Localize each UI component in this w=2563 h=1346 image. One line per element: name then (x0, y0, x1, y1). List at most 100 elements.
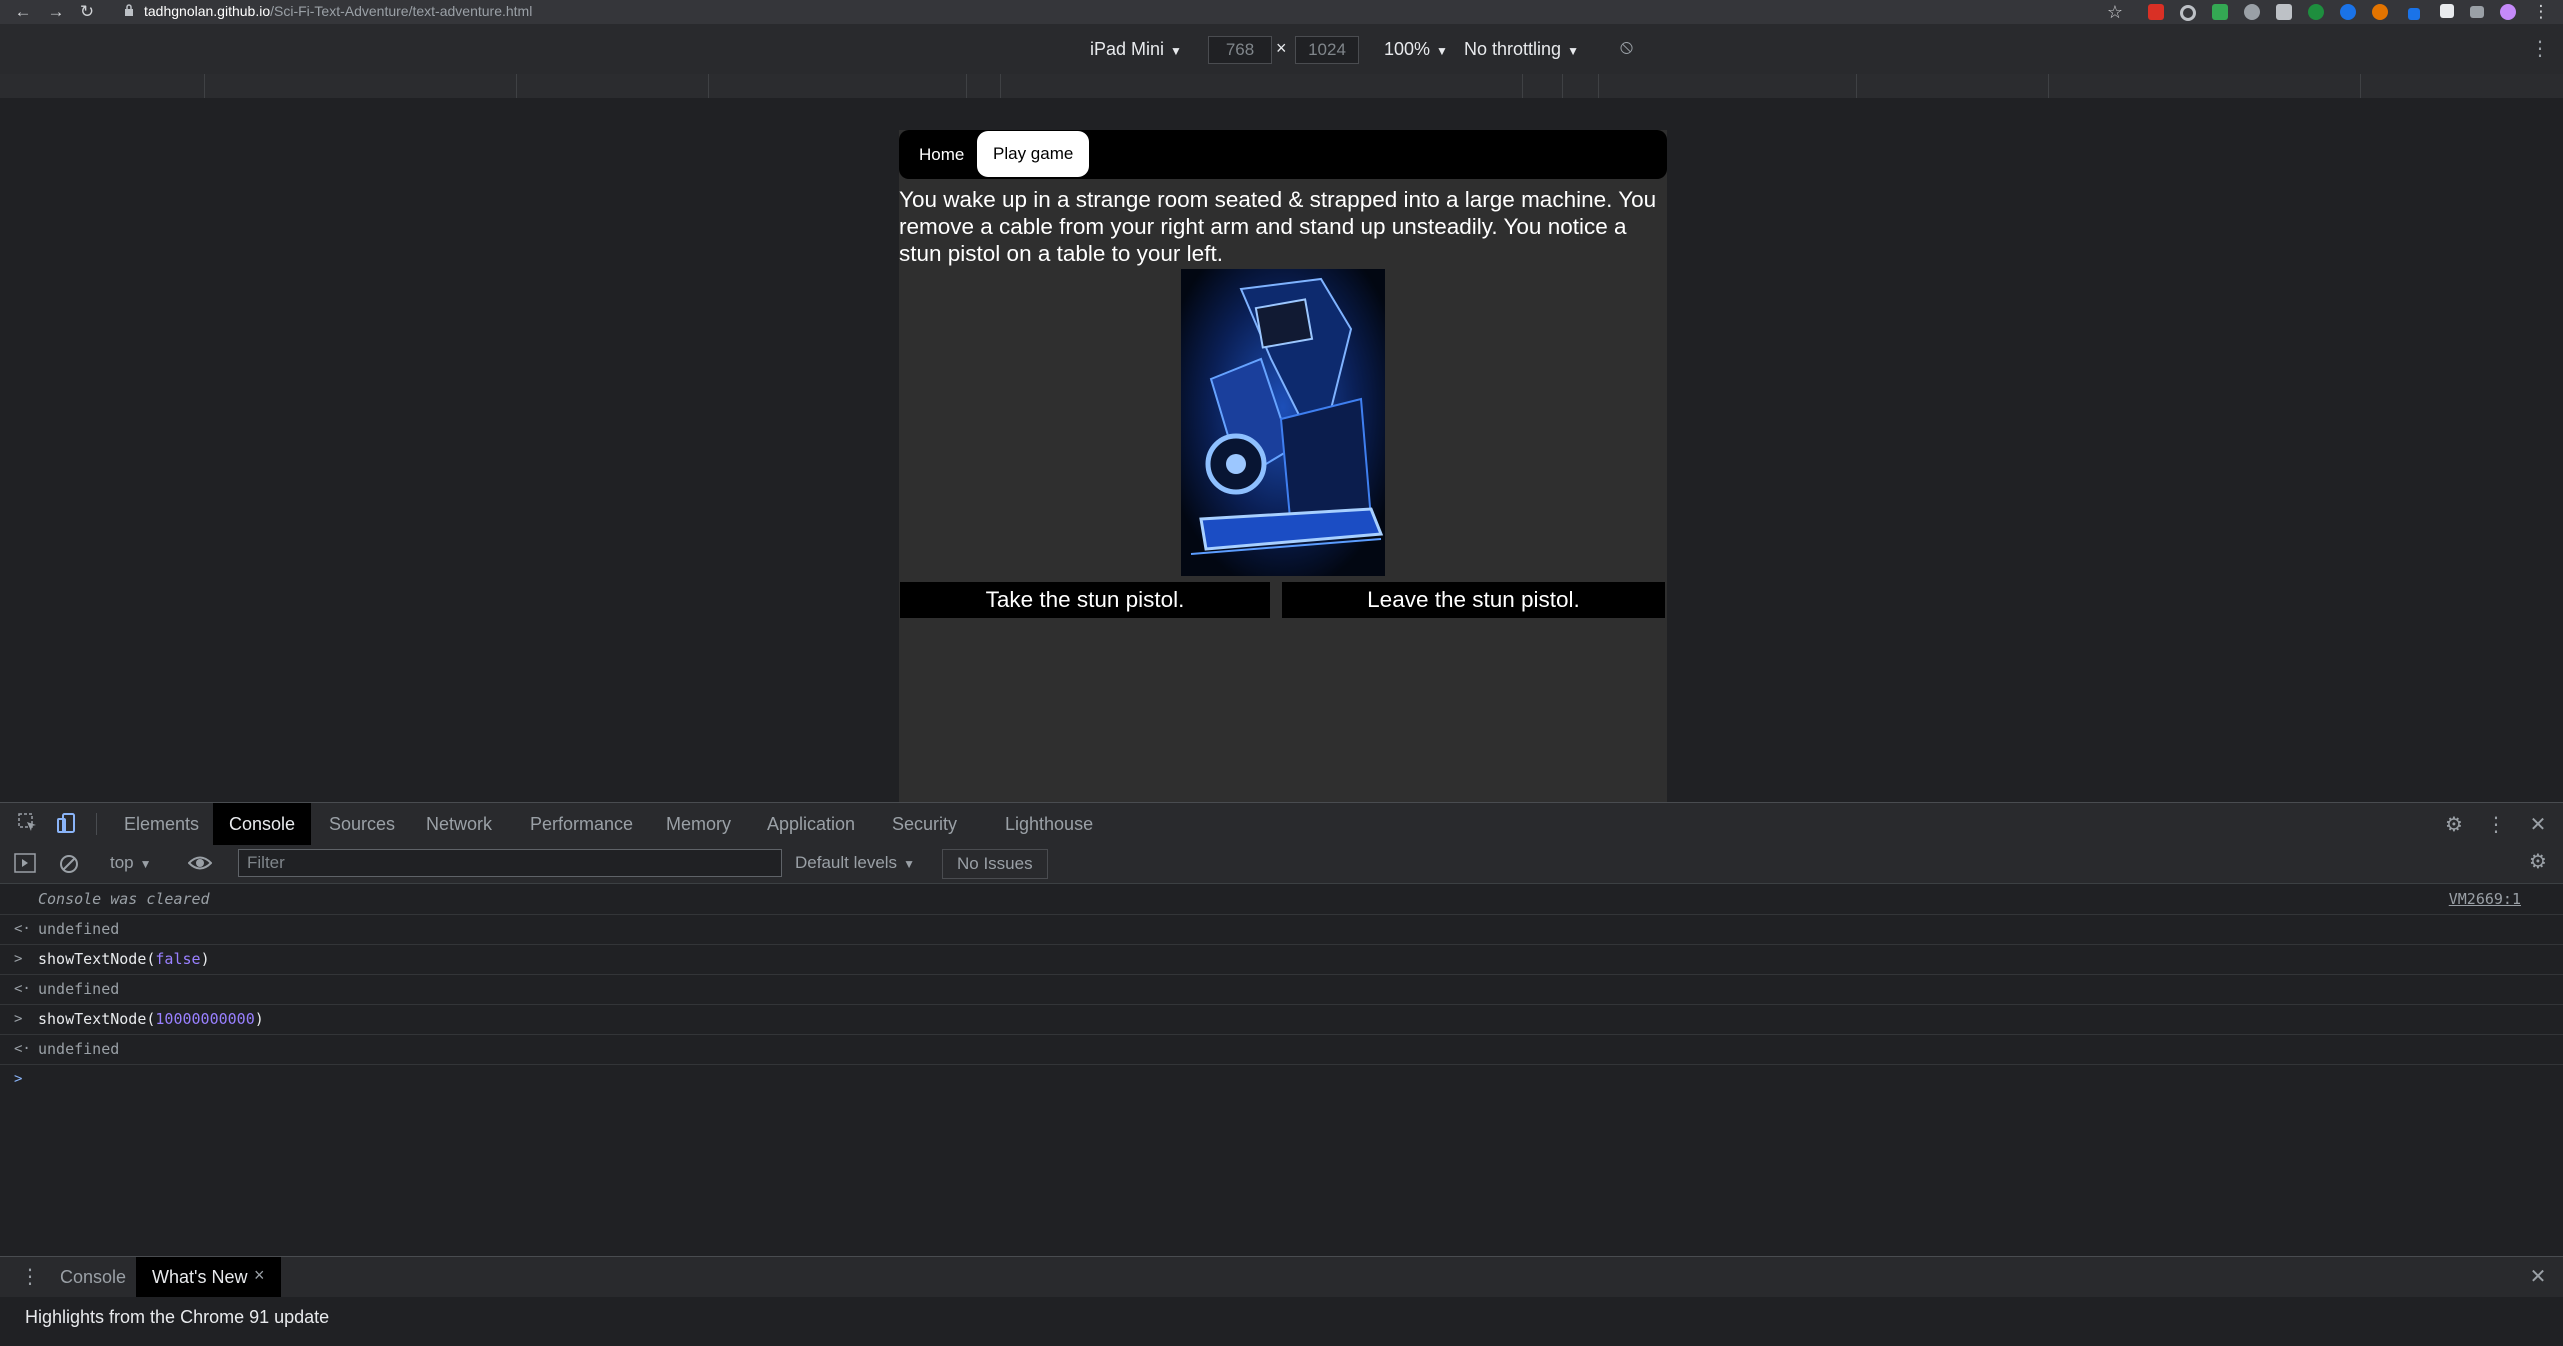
command-close: ) (254, 1010, 264, 1028)
tab-application[interactable]: Application (751, 803, 871, 845)
browser-menu-icon[interactable]: ⋮ (2530, 2, 2552, 22)
zoom-value: 100% (1384, 39, 1431, 59)
nav-play-game-link[interactable]: Play game (977, 131, 1090, 177)
address-bar[interactable]: tadhgnolan.github.io/Sci-Fi-Text-Adventu… (144, 3, 532, 19)
option-take-pistol-button[interactable]: Take the stun pistol. (900, 582, 1270, 618)
console-command[interactable]: showTextNode(false) (38, 944, 210, 974)
ruler-tick (1562, 74, 1563, 98)
extension-grey-icon[interactable] (2244, 4, 2260, 20)
tab-performance[interactable]: Performance (514, 803, 649, 845)
reading-list-icon[interactable] (2470, 6, 2484, 18)
command-fn: showTextNode( (38, 950, 156, 968)
command-arg: 10000000000 (155, 1010, 255, 1028)
tab-security[interactable]: Security (876, 803, 973, 845)
toolbar-divider (96, 813, 97, 835)
devtools-close-icon[interactable]: ✕ (2526, 813, 2550, 837)
source-link[interactable]: VM2669:1 (2449, 884, 2521, 914)
input-chevron-icon: > (14, 1011, 23, 1027)
extension-red-icon[interactable] (2148, 4, 2164, 20)
lock-icon[interactable] (124, 4, 134, 19)
ruler-tick (516, 74, 517, 98)
drawer-menu-icon[interactable]: ⋮ (14, 1257, 46, 1297)
command-fn: showTextNode( (38, 1010, 156, 1028)
caret-down-icon: ▼ (903, 857, 915, 871)
tab-memory[interactable]: Memory (650, 803, 747, 845)
extension-green-icon[interactable] (2212, 4, 2228, 20)
profile-avatar[interactable] (2500, 4, 2516, 20)
clear-console-icon[interactable] (58, 853, 80, 880)
context-value: top (110, 853, 134, 872)
ruler-tick (1522, 74, 1523, 98)
command-close: ) (200, 950, 210, 968)
drawer-tab-console[interactable]: Console (44, 1257, 142, 1297)
extension-orange-icon[interactable] (2372, 4, 2388, 20)
device-height-input[interactable]: 1024 (1295, 36, 1359, 64)
tab-console[interactable]: Console (213, 803, 312, 845)
command-arg: false (155, 950, 201, 968)
console-message: Console was cleared VM2669:1 (0, 884, 2563, 915)
tab-sources[interactable]: Sources (313, 803, 411, 845)
device-toolbar-toggle-icon[interactable] (54, 813, 78, 837)
console-cleared-text: Console was cleared (38, 890, 210, 908)
log-levels-select[interactable]: Default levels ▼ (795, 853, 915, 873)
rotate-icon[interactable]: ⦸ (1620, 36, 1633, 59)
url-path: /Sci-Fi-Text-Adventure/text-adventure.ht… (270, 3, 533, 19)
live-expression-eye-icon[interactable] (187, 854, 213, 877)
reload-icon[interactable]: ↻ (76, 2, 98, 22)
console-result: undefined (38, 1040, 120, 1058)
console-message: <· undefined (0, 1034, 2563, 1065)
whats-new-highlight: Highlights from the Chrome 91 update (25, 1307, 330, 1327)
tab-elements[interactable]: Elements (108, 803, 215, 845)
dimension-separator: × (1276, 38, 1287, 58)
drawer-close-icon[interactable]: ✕ (2526, 1265, 2550, 1289)
caret-down-icon: ▼ (1436, 44, 1448, 58)
drawer-content (0, 1297, 2563, 1346)
device-width-input[interactable]: 768 (1208, 36, 1272, 64)
forward-icon[interactable]: → (45, 2, 67, 22)
extension-blue-icon[interactable] (2408, 8, 2420, 20)
log-levels-value: Default levels (795, 853, 898, 872)
devtools-more-icon[interactable]: ⋮ (2484, 813, 2508, 837)
console-prompt[interactable]: > (0, 1064, 2563, 1094)
extensions-puzzle-icon[interactable] (2440, 4, 2454, 18)
back-icon[interactable]: ← (12, 2, 34, 22)
devtools-settings-icon[interactable]: ⚙ (2442, 813, 2466, 837)
url-host: tadhgnolan.github.io (144, 3, 271, 19)
console-filter-input[interactable] (238, 849, 782, 877)
console-command[interactable]: showTextNode(10000000000) (38, 1004, 264, 1034)
media-query-bar[interactable] (0, 74, 2563, 99)
tab-close-icon[interactable]: × (254, 1265, 265, 1286)
tab-lighthouse[interactable]: Lighthouse (989, 803, 1109, 845)
option-leave-pistol-button[interactable]: Leave the stun pistol. (1282, 582, 1665, 618)
console-settings-icon[interactable]: ⚙ (2526, 850, 2550, 874)
zoom-select[interactable]: 100% ▼ (1384, 39, 1448, 60)
throttling-value: No throttling (1464, 39, 1562, 59)
return-arrow-icon: <· (14, 921, 31, 937)
console-result: undefined (38, 980, 120, 998)
device-more-icon[interactable]: ⋮ (2530, 36, 2550, 61)
device-name: iPad Mini (1090, 39, 1165, 59)
prompt-chevron-icon: > (14, 1071, 23, 1087)
device-select[interactable]: iPad Mini ▼ (1090, 39, 1182, 60)
issues-button[interactable]: No Issues (942, 849, 1048, 879)
tab-network[interactable]: Network (410, 803, 508, 845)
console-result: undefined (38, 920, 120, 938)
ruler-tick (2360, 74, 2361, 98)
input-chevron-icon: > (14, 951, 23, 967)
nav-home-link[interactable]: Home (905, 136, 978, 174)
return-arrow-icon: <· (14, 981, 31, 997)
story-text: You wake up in a strange room seated & s… (899, 187, 1657, 266)
ruler-tick (1000, 74, 1001, 98)
throttling-select[interactable]: No throttling ▼ (1464, 39, 1579, 60)
console-output: Console was cleared VM2669:1 <· undefine… (0, 884, 2563, 1256)
context-select[interactable]: top ▼ (110, 853, 152, 873)
ruler-tick (708, 74, 709, 98)
extension-blue-s-icon[interactable] (2340, 4, 2356, 20)
extension-green-circle-icon[interactable] (2308, 4, 2324, 20)
extension-grid-icon[interactable] (2276, 4, 2292, 20)
sidebar-toggle-icon[interactable] (14, 853, 36, 878)
bookmark-star-icon[interactable]: ☆ (2104, 2, 2126, 22)
inspect-element-icon[interactable] (16, 813, 40, 837)
scene-image (1181, 269, 1385, 576)
extension-circle-icon[interactable] (2180, 5, 2196, 21)
